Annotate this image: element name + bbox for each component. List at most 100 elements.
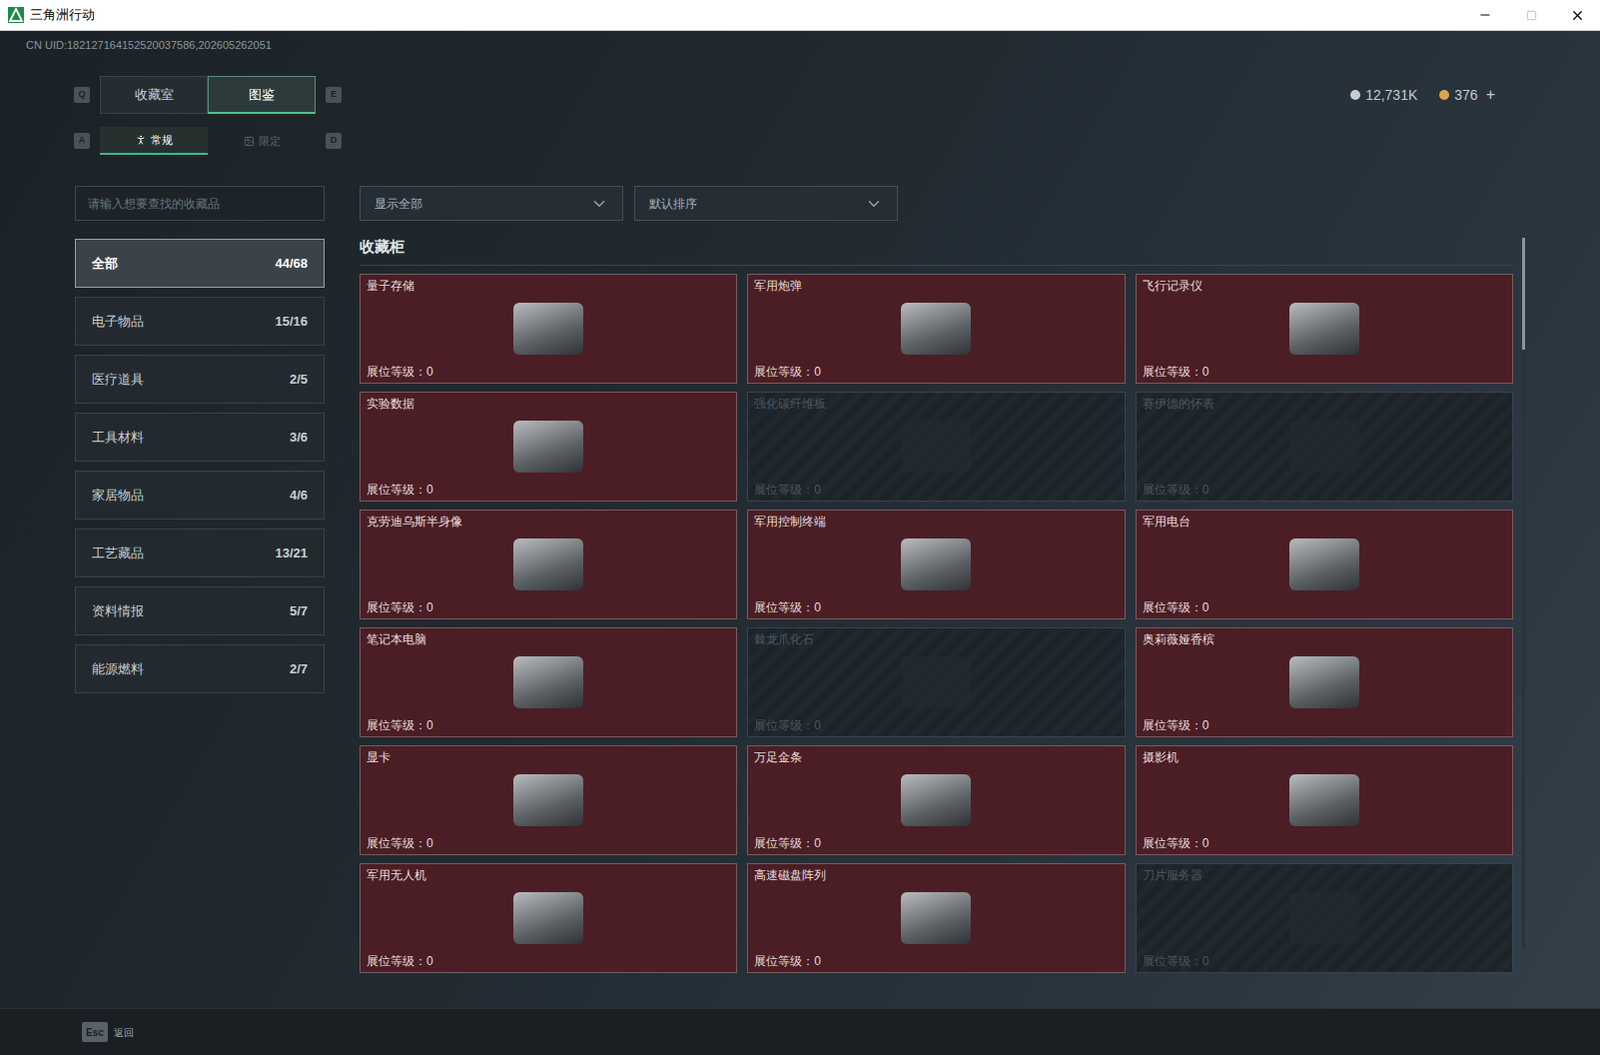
item-image <box>900 420 971 473</box>
sidebar-item[interactable]: 资料情报5/7 <box>74 586 325 636</box>
chevron-down-icon <box>590 194 609 213</box>
main-tab[interactable]: 收藏室 <box>99 75 208 114</box>
card-name: 克劳迪乌斯半身像 <box>366 513 731 530</box>
card-name: 奥莉薇娅香槟 <box>1142 631 1507 648</box>
sub-tab[interactable]: 常规 <box>99 126 208 155</box>
scrollbar[interactable] <box>1522 237 1526 949</box>
limited-icon <box>243 135 255 147</box>
currency-item: 12,731K <box>1350 84 1418 106</box>
card-name: 实验数据 <box>366 395 731 412</box>
sidebar-item[interactable]: 全部44/68 <box>74 238 325 288</box>
item-image <box>513 538 584 591</box>
collection-card[interactable]: 飞行记录仪展位等级：0 <box>1135 273 1514 384</box>
collection-card[interactable]: 军用电台展位等级：0 <box>1135 509 1514 620</box>
card-level: 展位等级：0 <box>366 717 731 734</box>
item-image <box>1289 656 1360 709</box>
card-level: 展位等级：0 <box>1142 481 1507 498</box>
collection-card[interactable]: 军用无人机展位等级：0 <box>359 862 738 973</box>
window-title: 三角洲行动 <box>29 4 95 25</box>
card-name: 量子存储 <box>366 277 731 294</box>
uid-text: CN UID:182127164152520037586,20260526205… <box>0 30 1600 52</box>
collection-card[interactable]: 军用控制终端展位等级：0 <box>747 509 1125 620</box>
collection-card[interactable]: 实验数据展位等级：0 <box>359 391 738 502</box>
collection-card[interactable]: 克劳迪乌斯半身像展位等级：0 <box>359 509 738 620</box>
section-title: 收藏柜 <box>359 235 1514 266</box>
maximize-icon[interactable] <box>1508 0 1555 30</box>
card-level: 展位等级：0 <box>754 481 1118 498</box>
sidebar-item[interactable]: 家居物品4/6 <box>74 470 325 520</box>
card-name: 高速磁盘阵列 <box>754 866 1118 883</box>
collection-card[interactable]: 显卡展位等级：0 <box>359 745 738 855</box>
item-image <box>900 538 971 591</box>
add-currency-button[interactable]: + <box>1486 82 1496 107</box>
card-level: 展位等级：0 <box>1142 834 1507 851</box>
key-hint[interactable]: A <box>73 132 90 149</box>
search-field[interactable]: 请输入想要查找的收藏品 <box>74 185 325 221</box>
item-image <box>513 420 584 473</box>
close-icon[interactable] <box>1554 0 1600 30</box>
item-image <box>1289 774 1360 826</box>
sidebar-item[interactable]: 工艺藏品13/21 <box>74 528 325 578</box>
regular-icon <box>134 133 147 146</box>
collection-card[interactable]: 刀片服务器展位等级：0 <box>1135 862 1514 973</box>
card-level: 展位等级：0 <box>366 952 731 969</box>
sub-tab[interactable]: 限定 <box>207 126 316 155</box>
card-name: 赛伊德的怀表 <box>1142 395 1507 412</box>
collection-card[interactable]: 强化碳纤维板展位等级：0 <box>747 391 1125 502</box>
card-level: 展位等级：0 <box>754 363 1118 380</box>
key-hint[interactable]: E <box>325 86 342 103</box>
collection-card[interactable]: 奥莉薇娅香槟展位等级：0 <box>1135 627 1514 738</box>
card-level: 展位等级：0 <box>1142 717 1507 734</box>
sidebar-item[interactable]: 工具材料3/6 <box>74 412 325 462</box>
card-name: 显卡 <box>366 749 731 766</box>
card-name: 军用无人机 <box>366 866 731 883</box>
card-name: 万足金条 <box>754 749 1118 766</box>
collection-card[interactable]: 高速磁盘阵列展位等级：0 <box>747 862 1125 973</box>
item-image <box>1289 302 1360 355</box>
filter-dropdown[interactable]: 显示全部 <box>359 185 624 221</box>
card-level: 展位等级：0 <box>1142 363 1507 380</box>
filter-dropdown[interactable]: 默认排序 <box>634 185 898 221</box>
card-level: 展位等级：0 <box>754 599 1118 616</box>
minimize-icon[interactable] <box>1462 0 1509 30</box>
title-bar: 三角洲行动 <box>0 0 1600 31</box>
key-hint[interactable]: D <box>325 132 342 149</box>
item-image <box>513 302 584 355</box>
sidebar-item[interactable]: 能源燃料2/7 <box>74 644 325 694</box>
sidebar: 请输入想要查找的收藏品全部44/68 电子物品15/16 医疗道具2/5 工具材料3/… <box>74 185 325 973</box>
card-name: 军用炮弹 <box>754 277 1118 294</box>
sidebar-item[interactable]: 电子物品15/16 <box>74 296 325 346</box>
card-level: 展位等级：0 <box>366 834 731 851</box>
card-name: 笔记本电脑 <box>366 631 731 648</box>
item-image <box>900 891 971 944</box>
app-window: 三角洲行动 CN UID:182127164152520037586,202605… <box>0 0 1600 1055</box>
currency-bar: 12,731K376+ <box>1350 82 1496 107</box>
item-image <box>900 656 971 709</box>
collection-card[interactable]: 军用炮弹展位等级：0 <box>747 273 1125 384</box>
back-button[interactable]: 返回 <box>113 1024 134 1040</box>
main-tab[interactable]: 图鉴 <box>207 75 316 114</box>
card-level: 展位等级：0 <box>754 717 1118 734</box>
collection-card[interactable]: 摄影机展位等级：0 <box>1135 745 1514 855</box>
collection-card[interactable]: 量子存储展位等级：0 <box>359 273 738 384</box>
sidebar-item[interactable]: 医疗道具2/5 <box>74 354 325 404</box>
collection-card[interactable]: 笔记本电脑展位等级：0 <box>359 627 738 738</box>
chevron-down-icon <box>864 194 883 213</box>
key-hint[interactable]: Q <box>73 86 90 103</box>
card-name: 军用电台 <box>1142 513 1507 530</box>
item-image <box>513 891 584 944</box>
collection-card[interactable]: 万足金条展位等级：0 <box>747 745 1125 855</box>
item-image <box>1289 538 1360 591</box>
collection-card[interactable]: 赛伊德的怀表展位等级：0 <box>1135 391 1514 502</box>
esc-key[interactable]: Esc <box>81 1021 108 1042</box>
item-image <box>900 774 971 826</box>
card-name: 飞行记录仪 <box>1142 277 1507 294</box>
card-level: 展位等级：0 <box>754 952 1118 969</box>
item-image <box>900 302 971 355</box>
card-level: 展位等级：0 <box>754 834 1118 851</box>
card-level: 展位等级：0 <box>366 599 731 616</box>
collection-card[interactable]: 棘龙爪化石展位等级：0 <box>747 627 1125 738</box>
card-name: 刀片服务器 <box>1142 866 1507 883</box>
item-image <box>1289 891 1360 944</box>
card-level: 展位等级：0 <box>366 481 731 498</box>
